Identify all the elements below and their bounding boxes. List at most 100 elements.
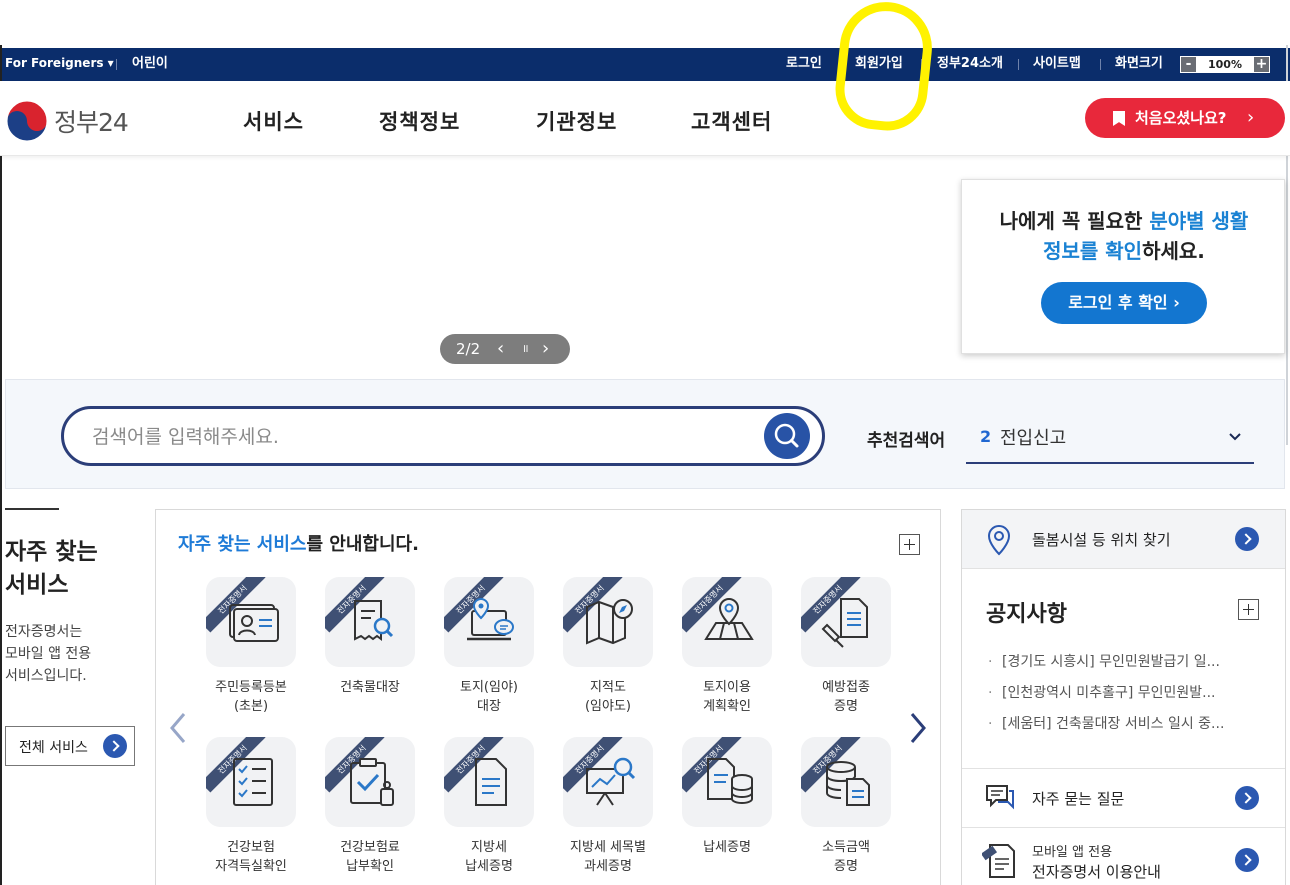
divider (116, 59, 117, 70)
mobile-only-label: 모바일 앱 전용 (1032, 845, 1113, 860)
pager-prev-button[interactable]: ‹ (497, 334, 504, 364)
site-logo-text[interactable]: 정부24 (54, 103, 129, 139)
top-utility-bar: For Foreigners ▾ 어린이 로그인 회원가입 정부24소개 사이트… (0, 48, 1290, 81)
nav-agency-info[interactable]: 기관정보 (536, 106, 617, 136)
heading-line: 서비스 (5, 572, 69, 598)
search-button[interactable] (764, 413, 810, 459)
info-text-part: 나에게 꼭 필요한 (999, 209, 1150, 233)
care-location-label: 돌봄시설 등 위치 찾기 (1032, 531, 1171, 549)
first-visit-label: 처음오셨나요? (1135, 109, 1227, 127)
services-title-rest: 를 안내합니다. (306, 534, 419, 555)
taegeuk-logo-icon[interactable] (5, 99, 49, 143)
service-tile-resident-registration[interactable]: 전자증명서 주민등록등본 (초본) (196, 577, 306, 727)
service-tile-land-register[interactable]: 전자증명서 토지(임야) 대장 (434, 577, 544, 727)
carousel-next-icon[interactable] (908, 710, 928, 746)
service-tile-local-tax-payment[interactable]: 전자증명서 지방세 납세증명 (434, 737, 544, 885)
nav-services[interactable]: 서비스 (243, 106, 304, 136)
service-tile-vaccination[interactable]: 전자증명서 예방접종 증명 (791, 577, 901, 727)
zoom-value: 100% (1208, 58, 1242, 71)
service-tile-label: 건강보험 자격득실확인 (215, 840, 287, 874)
notice-item[interactable]: · [세움터] 건축물대장 서비스 일시 중... (988, 713, 1224, 733)
clipboard-check-icon (350, 758, 394, 806)
chevron-right-icon: › (1247, 107, 1255, 128)
service-tile-building-register[interactable]: 전자증명서 건축물대장 (315, 577, 425, 727)
desc-line: 서비스입니다. (5, 668, 87, 684)
service-tile-health-insurance-payment[interactable]: 전자증명서 건강보험료 납부확인 (315, 737, 425, 885)
database-document-icon (826, 761, 870, 806)
service-tile-label: 납세증명 (703, 840, 751, 855)
services-panel: 자주 찾는 서비스를 안내합니다. 전자증명서 주민등록등본 (초본) 전자증명… (155, 509, 941, 885)
zoom-out-button[interactable]: - (1181, 57, 1196, 72)
bookmark-icon (1113, 111, 1125, 126)
pager-next-button[interactable]: › (542, 334, 549, 364)
frequent-services-heading: 자주 찾는 서비스 (5, 536, 98, 602)
services-title: 자주 찾는 서비스를 안내합니다. (178, 530, 419, 556)
syringe-document-icon (821, 598, 868, 648)
service-tile-tax-payment-certificate[interactable]: 전자증명서 납세증명 (672, 737, 782, 885)
notice-more-button[interactable] (1238, 599, 1259, 620)
service-tile-local-tax-item[interactable]: 전자증명서 지방세 세목별 과세증명 (553, 737, 663, 885)
service-tile-label: 지적도 (임야도) (584, 680, 632, 714)
sitemap-link[interactable]: 사이트맵 (1033, 48, 1081, 81)
service-tile-label: 소득금액 증명 (822, 840, 870, 874)
frequent-services-desc: 전자증명서는 모바일 앱 전용 서비스입니다. (5, 621, 91, 687)
login-check-button[interactable]: 로그인 후 확인 › (1041, 282, 1207, 324)
notice-item-text: [인천광역시 미추홀구] 무인민원발... (1002, 685, 1216, 701)
notice-item-text: [세움터] 건축물대장 서비스 일시 중... (1002, 716, 1225, 732)
mobile-certificate-guide-link[interactable]: 모바일 앱 전용 전자증명서 이용안내 (962, 828, 1285, 885)
service-tile-label: 건강보험료 납부확인 (340, 840, 400, 874)
faq-link[interactable]: 자주 묻는 질문 (962, 769, 1285, 828)
laptop-location-icon (467, 597, 514, 641)
page-root: { "topbar": { "for_foreigners": "For For… (0, 0, 1290, 885)
service-tile-label: 토지이용 계획확인 (703, 680, 751, 714)
zoom-control: - 100% + (1180, 56, 1270, 73)
login-link[interactable]: 로그인 (786, 48, 822, 81)
service-tile-land-use-plan[interactable]: 전자증명서 토지이용 계획확인 (672, 577, 782, 727)
kids-link[interactable]: 어린이 (132, 48, 168, 81)
checklist-icon (233, 758, 273, 806)
about-link[interactable]: 정부24소개 (937, 48, 1003, 81)
notice-section: 공지사항 · [경기도 시흥시] 무인민원발급기 일... · [인천광역시 미추홀… (962, 569, 1285, 769)
mobile-document-icon (982, 844, 1015, 878)
notice-item-text: [경기도 시흥시] 무인민원발급기 일... (1002, 654, 1220, 670)
care-location-link[interactable]: 돌봄시설 등 위치 찾기 (962, 510, 1285, 569)
service-tile-label: 주민등록등본 (초본) (215, 680, 287, 714)
all-services-button[interactable]: 전체 서비스 (5, 726, 135, 766)
notice-item[interactable]: · [인천광역시 미추홀구] 무인민원발... (988, 682, 1216, 702)
document-search-icon (354, 600, 394, 641)
id-card-icon (229, 604, 279, 642)
document-coins-icon (707, 758, 753, 805)
nav-policy-info[interactable]: 정책정보 (379, 106, 460, 136)
search-band: 추천검색어 2 전입신고 (5, 379, 1285, 489)
service-tile-label: 건축물대장 (340, 680, 400, 695)
service-tile-label: 예방접종 증명 (822, 680, 870, 714)
life-info-box: 나에게 꼭 필요한 분야별 생활 정보를 확인하세요. 로그인 후 확인 › (961, 179, 1285, 354)
divider (1100, 59, 1101, 70)
carousel-prev-icon[interactable] (168, 710, 188, 746)
service-tile-health-insurance-qualification[interactable]: 전자증명서 건강보험 자격득실확인 (196, 737, 306, 885)
pager-count: 2/2 (456, 340, 481, 358)
divider (1018, 59, 1019, 70)
search-box (61, 406, 825, 466)
chevron-down-icon (1229, 433, 1241, 441)
recommended-keyword-select[interactable]: 2 전입신고 (966, 418, 1254, 464)
divider (921, 59, 922, 70)
chat-bubble-icon (986, 785, 1014, 810)
for-foreigners-menu[interactable]: For Foreigners ▾ (5, 48, 114, 81)
service-tile-cadastral-map[interactable]: 전자증명서 지적도 (임야도) (553, 577, 663, 727)
recommended-rank: 2 (980, 427, 992, 446)
pager-pause-button[interactable]: ॥ (522, 334, 529, 364)
info-text-part: 하세요. (1142, 239, 1205, 263)
document-icon (475, 758, 507, 806)
signup-link[interactable]: 회원가입 (855, 48, 903, 81)
zoom-in-button[interactable]: + (1254, 57, 1269, 72)
service-tile-label: 지방세 세목별 과세증명 (570, 840, 646, 874)
first-visit-button[interactable]: 처음오셨나요? › (1085, 98, 1285, 138)
service-tile-income-certificate[interactable]: 전자증명서 소득금액 증명 (791, 737, 901, 885)
services-more-button[interactable] (899, 534, 920, 555)
notice-item[interactable]: · [경기도 시흥시] 무인민원발급기 일... (988, 651, 1220, 671)
search-input[interactable] (92, 423, 742, 451)
divider (839, 59, 840, 70)
desc-line: 전자증명서는 (5, 624, 83, 640)
nav-customer-center[interactable]: 고객센터 (691, 106, 772, 136)
